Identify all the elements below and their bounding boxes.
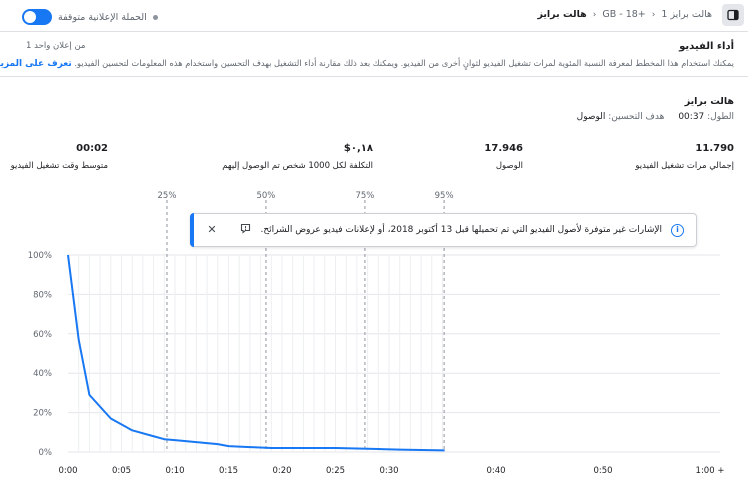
breadcrumb: هالت برايز 1 ‹ GB - 18+ ‹ هالت برايز bbox=[537, 9, 712, 20]
x-tick-label: 0:20 bbox=[272, 466, 291, 476]
metric-cost-per-1000: ٠,١٨$ التكلفة لكل 1000 شخص تم الوصول إلي… bbox=[222, 143, 373, 171]
campaign-status: الحملة الإعلانية متوقفة bbox=[22, 9, 158, 25]
ad-meta: الطول: 00:37 هدف التحسين: الوصول bbox=[577, 112, 734, 122]
top-bar: هالت برايز 1 ‹ GB - 18+ ‹ هالت برايز الح… bbox=[0, 0, 748, 32]
campaign-toggle[interactable] bbox=[22, 9, 52, 25]
x-tick-label: 0:10 bbox=[165, 466, 184, 476]
x-tick-label: 0:30 bbox=[379, 466, 398, 476]
breadcrumb-ad-set[interactable]: هالت برايز 1 bbox=[661, 9, 712, 20]
metric-reach: 17.946 الوصول bbox=[484, 143, 523, 171]
report-icon[interactable] bbox=[238, 223, 252, 237]
divider bbox=[0, 76, 748, 77]
y-tick-label: 100% bbox=[28, 251, 52, 261]
y-tick-label: 20% bbox=[33, 409, 52, 419]
campaign-status-label: الحملة الإعلانية متوقفة bbox=[58, 11, 147, 23]
quartile-marker-label: 95% bbox=[435, 191, 454, 201]
x-tick-label: 0:25 bbox=[326, 466, 345, 476]
section-title: أداء الفيديو bbox=[679, 41, 734, 52]
video-length: الطول: 00:37 bbox=[678, 112, 734, 122]
y-tick-label: 60% bbox=[33, 330, 52, 340]
description-text: يمكنك استخدام هذا المخطط لمعرفة النسبة ا… bbox=[74, 58, 734, 68]
quartile-marker-label: 25% bbox=[158, 191, 177, 201]
status-dot-icon bbox=[152, 14, 158, 20]
x-tick-label: 0:00 bbox=[58, 466, 77, 476]
y-tick-label: 80% bbox=[33, 290, 52, 300]
chevron-left-icon: ‹ bbox=[651, 9, 656, 20]
breadcrumb-audience[interactable]: GB - 18+ bbox=[602, 9, 645, 20]
close-icon[interactable]: ✕ bbox=[205, 223, 219, 236]
y-tick-label: 40% bbox=[33, 369, 52, 379]
retention-series-line bbox=[67, 254, 445, 452]
ad-count: 1 من إعلان واحد bbox=[26, 41, 86, 51]
metric-total-plays: 11.790 إجمالي مرات تشغيل الفيديو bbox=[635, 143, 734, 171]
learn-more-link[interactable]: تعرف على المزيد bbox=[0, 59, 72, 69]
notice-text: الإشارات غير متوفرة لأصول الفيديو التي ت… bbox=[260, 225, 662, 235]
x-tick-label: 0:40 bbox=[486, 466, 505, 476]
sidebar-panel-icon[interactable] bbox=[722, 4, 744, 26]
x-tick-label: 0:05 bbox=[112, 466, 131, 476]
y-tick-label: 0% bbox=[39, 448, 53, 458]
section-description: يمكنك استخدام هذا المخطط لمعرفة النسبة ا… bbox=[0, 58, 734, 69]
x-tick-label: 1:00 + bbox=[696, 466, 725, 476]
metric-avg-watch-time: 00:02 متوسط وقت تشغيل الفيديو bbox=[10, 143, 108, 171]
x-tick-label: 0:50 bbox=[593, 466, 612, 476]
breadcrumb-ad[interactable]: هالت برايز bbox=[537, 9, 586, 20]
ad-name: هالت برايز bbox=[684, 96, 734, 107]
x-tick-label: 0:15 bbox=[219, 466, 238, 476]
quartile-marker-label: 75% bbox=[355, 191, 374, 201]
quartile-marker-label: 50% bbox=[256, 191, 275, 201]
optimization-goal: هدف التحسين: الوصول bbox=[576, 112, 665, 122]
chevron-left-icon: ‹ bbox=[592, 9, 597, 20]
signals-notice: i الإشارات غير متوفرة لأصول الفيديو التي… bbox=[190, 213, 697, 247]
info-icon: i bbox=[671, 224, 684, 237]
